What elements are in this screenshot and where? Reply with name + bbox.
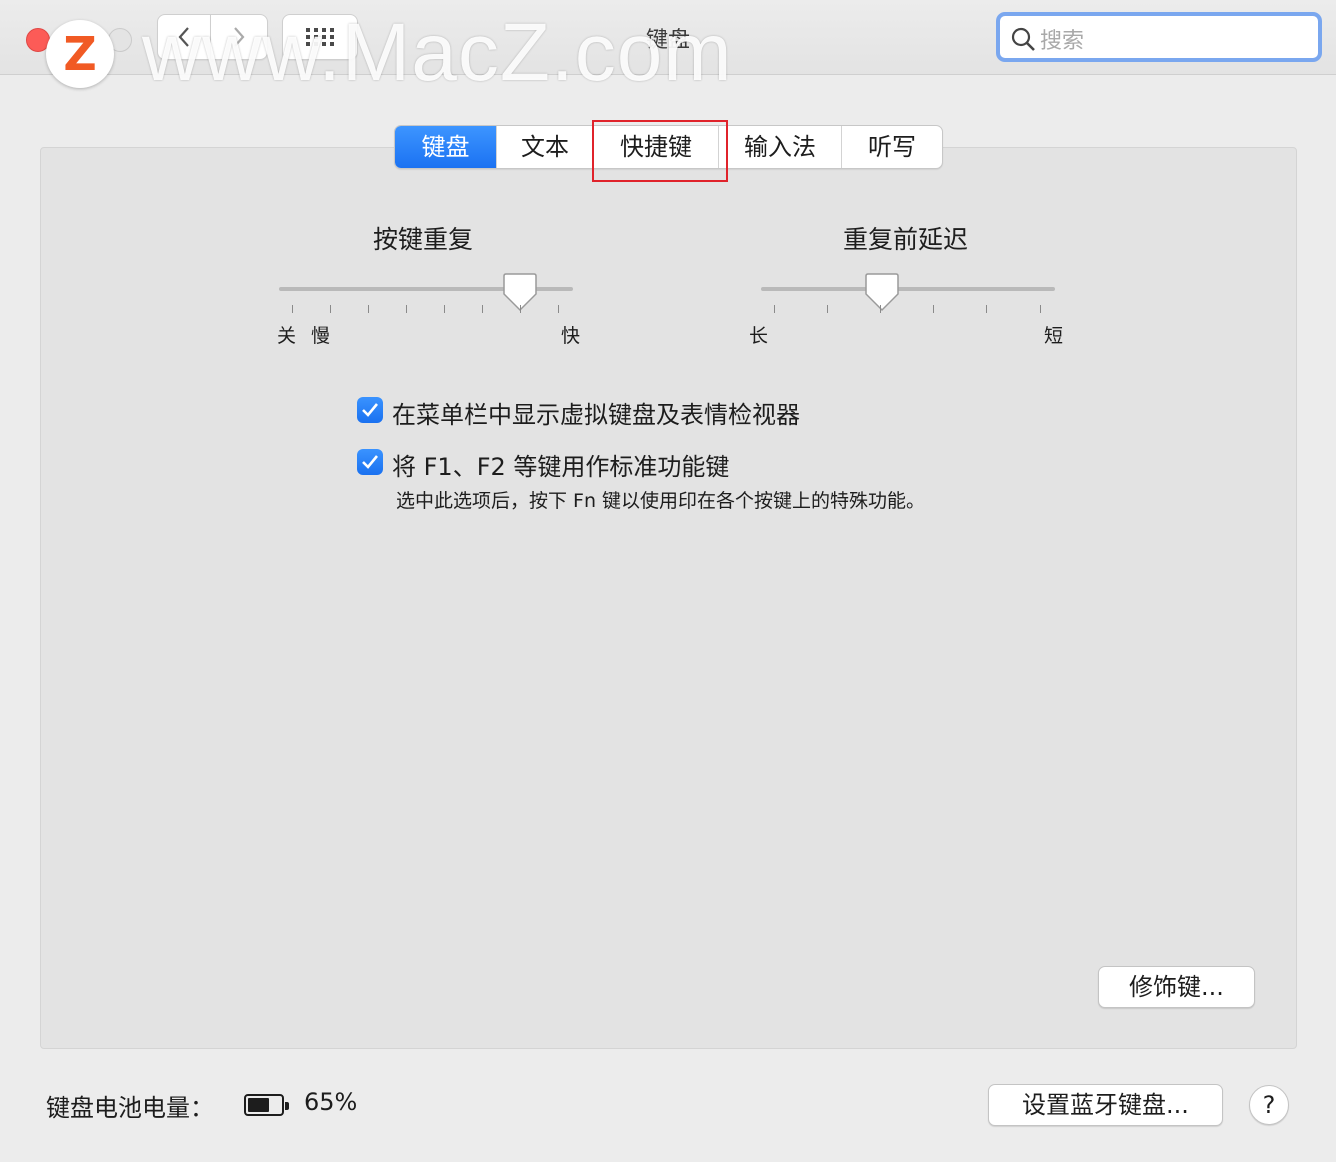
key-repeat-tick [482, 305, 483, 313]
delay-until-repeat-label-short: 短 [1044, 325, 1064, 347]
use-function-keys-checkbox[interactable] [357, 449, 383, 475]
key-repeat-label-off: 关 [277, 325, 297, 347]
delay-until-repeat-tick [880, 305, 881, 313]
key-repeat-tick [558, 305, 559, 313]
show-keyboard-viewer-label[interactable]: 在菜单栏中显示虚拟键盘及表情检视器 [392, 395, 800, 430]
watermark-logo-letter: Z [63, 27, 97, 81]
use-function-keys-label[interactable]: 将 F1、F2 等键用作标准功能键 [392, 447, 729, 482]
delay-until-repeat-tick [986, 305, 987, 313]
delay-until-repeat-tick [827, 305, 828, 313]
key-repeat-title: 按键重复 [373, 225, 474, 254]
battery-icon [244, 1094, 289, 1116]
battery-percent: 65% [304, 1088, 358, 1116]
tab-keyboard[interactable]: 键盘 [395, 126, 496, 168]
key-repeat-tick [292, 305, 293, 313]
delay-until-repeat-tick [1040, 305, 1041, 313]
battery-fill [248, 1098, 269, 1112]
checkmark-icon [362, 455, 379, 469]
show-keyboard-viewer-checkbox[interactable] [357, 397, 383, 423]
help-button[interactable]: ? [1249, 1085, 1289, 1125]
delay-until-repeat-thumb[interactable] [864, 272, 900, 312]
tab-dictation[interactable]: 听写 [841, 126, 942, 168]
use-function-keys-description: 选中此选项后，按下 Fn 键以使用印在各个按键上的特殊功能。 [396, 490, 926, 512]
key-repeat-tick [330, 305, 331, 313]
delay-until-repeat-track[interactable] [761, 287, 1055, 291]
battery-nub [285, 1102, 289, 1110]
watermark-logo: Z [46, 20, 114, 88]
modifier-keys-button[interactable]: 修饰键... [1098, 966, 1255, 1008]
delay-until-repeat-tick [774, 305, 775, 313]
watermark-text: www.MacZ.com [142, 7, 733, 98]
key-repeat-tick [520, 305, 521, 313]
key-repeat-label-slow: 慢 [311, 325, 331, 347]
tab-text[interactable]: 文本 [496, 126, 593, 168]
search-icon [1011, 27, 1035, 51]
key-repeat-tick [406, 305, 407, 313]
delay-until-repeat-label-long: 长 [749, 325, 769, 347]
battery-label: 键盘电池电量： [46, 1094, 214, 1122]
highlight-annotation [592, 120, 728, 182]
setup-bluetooth-keyboard-button[interactable]: 设置蓝牙键盘... [988, 1084, 1223, 1126]
key-repeat-tick [444, 305, 445, 313]
key-repeat-label-fast: 快 [561, 325, 581, 347]
content-panel [40, 147, 1297, 1049]
delay-until-repeat-tick [933, 305, 934, 313]
key-repeat-tick [368, 305, 369, 313]
search-placeholder: 搜索 [1040, 29, 1085, 54]
tab-input-sources[interactable]: 输入法 [718, 126, 841, 168]
delay-until-repeat-title: 重复前延迟 [843, 225, 969, 254]
checkmark-icon [362, 403, 379, 417]
search-field[interactable]: 搜索 [996, 12, 1322, 62]
